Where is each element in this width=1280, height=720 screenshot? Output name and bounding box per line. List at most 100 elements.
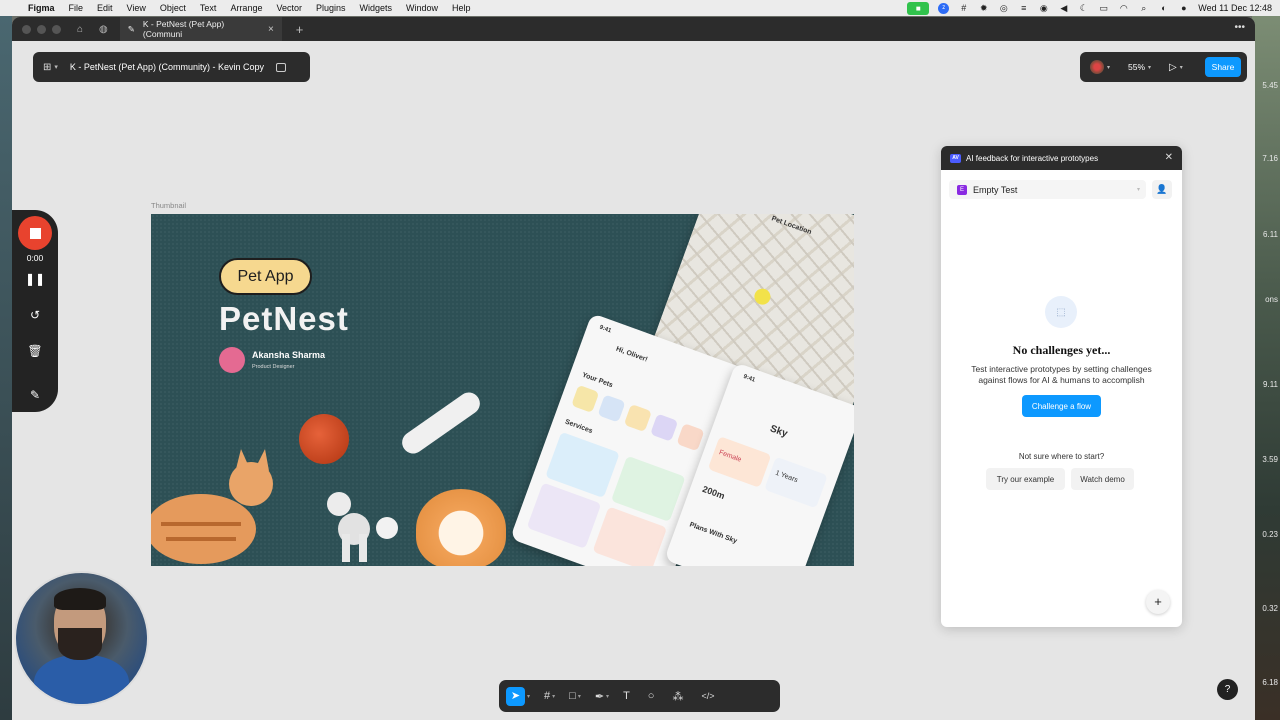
close-tab-icon[interactable]: ×: [268, 24, 274, 35]
share-button[interactable]: Share: [1205, 57, 1241, 77]
trash-icon[interactable]: 🗑: [12, 344, 58, 358]
menu-object[interactable]: Object: [160, 3, 186, 13]
file-name[interactable]: K - PetNest (Pet App) (Community) - Kevi…: [70, 62, 264, 72]
menu-app-name[interactable]: Figma: [28, 3, 55, 13]
chevron-down-icon[interactable]: ▾: [527, 693, 530, 700]
menubar-clock[interactable]: Wed 11 Dec 12:48: [1198, 3, 1272, 13]
zoom-icon[interactable]: z: [938, 2, 950, 14]
menu-text[interactable]: Text: [200, 3, 217, 13]
battery-icon[interactable]: ▭: [1098, 3, 1109, 13]
moon-icon[interactable]: ☾: [1078, 3, 1089, 13]
menu-arrange[interactable]: Arrange: [230, 3, 262, 13]
add-icon[interactable]: +: [1146, 590, 1170, 614]
challenge-flow-button[interactable]: Challenge a flow: [1022, 395, 1101, 417]
move-tool-icon[interactable]: ➤: [506, 686, 525, 706]
watch-demo-button[interactable]: Watch demo: [1071, 468, 1134, 490]
chevron-down-icon[interactable]: ▾: [1180, 64, 1183, 71]
desktop-label: 6.11: [1263, 230, 1278, 239]
chevron-down-icon[interactable]: ▾: [1107, 64, 1110, 71]
menu-vector[interactable]: Vector: [276, 3, 302, 13]
menu-file[interactable]: File: [69, 3, 84, 13]
test-select[interactable]: E Empty Test ▾: [949, 180, 1146, 199]
bars-icon[interactable]: ≡: [1018, 3, 1029, 13]
new-tab-icon[interactable]: +: [296, 22, 304, 37]
help-icon[interactable]: ?: [1217, 679, 1238, 700]
maximize-window-icon[interactable]: [52, 24, 61, 34]
recording-time: 0:00: [26, 253, 44, 263]
rectangle-tool-icon[interactable]: □: [569, 690, 576, 702]
phone-time: 9:41: [598, 324, 612, 335]
tab-title: K - PetNest (Pet App) (Communi: [142, 19, 225, 39]
more-icon[interactable]: •••: [1234, 22, 1245, 33]
empty-title: No challenges yet...: [1012, 343, 1111, 357]
frame-tool-icon[interactable]: #: [544, 690, 550, 702]
desktop-label: 5.45: [1262, 81, 1278, 90]
gear-icon[interactable]: ✹: [978, 3, 989, 13]
volume-icon[interactable]: ◀: [1058, 3, 1069, 13]
video-call-icon[interactable]: ■: [907, 1, 930, 15]
menu-widgets[interactable]: Widgets: [360, 3, 393, 13]
chevron-down-icon[interactable]: ▾: [578, 693, 581, 700]
menu-help[interactable]: Help: [452, 3, 471, 13]
close-icon[interactable]: ✕: [1165, 152, 1173, 163]
window-controls: [22, 24, 61, 34]
menu-window[interactable]: Window: [406, 3, 438, 13]
comment-tool-icon[interactable]: ○: [648, 690, 655, 702]
present-icon[interactable]: ▷: [1169, 62, 1177, 73]
zoom-level[interactable]: 55%: [1128, 62, 1145, 72]
restart-icon[interactable]: ↺: [12, 308, 58, 322]
toggle-panel-icon[interactable]: [275, 62, 286, 72]
pet-card: [676, 423, 705, 452]
siri-icon[interactable]: ●: [1178, 3, 1189, 13]
desktop-left-edge: [0, 16, 12, 720]
menubar-status-area: ■ z # ✹ ◎ ≡ ◉ ◀ ☾ ▭ ◠ ⌕ ◐ ● Wed 11 Dec 1…: [907, 0, 1272, 16]
mac-menubar: Figma File Edit View Object Text Arrange…: [0, 0, 1280, 16]
figma-window: ⌂ ◍ ✎ K - PetNest (Pet App) (Communi × +…: [12, 17, 1255, 720]
webcam-bubble[interactable]: [14, 571, 149, 706]
text-tool-icon[interactable]: T: [623, 690, 630, 702]
chevron-down-icon[interactable]: ▾: [606, 693, 609, 700]
frame-label[interactable]: Thumbnail: [151, 201, 186, 210]
plans-heading: Plans With Sky: [688, 521, 738, 546]
menu-plugins[interactable]: Plugins: [316, 3, 346, 13]
chevron-down-icon[interactable]: ▾: [552, 693, 555, 700]
desktop-label: 9.11: [1263, 380, 1278, 389]
control-center-icon[interactable]: ◐: [1158, 3, 1169, 13]
hamster-illustration: [416, 489, 506, 566]
chevron-down-icon[interactable]: ▾: [54, 63, 58, 71]
close-window-icon[interactable]: [22, 24, 31, 34]
age-value: 1 Years: [774, 469, 799, 485]
vpn-icon[interactable]: ◉: [1038, 3, 1049, 13]
avatar[interactable]: [1090, 60, 1104, 74]
wifi-icon[interactable]: ◠: [1118, 3, 1129, 13]
figma-logo-icon[interactable]: ⊞: [43, 62, 51, 73]
stop-recording-button[interactable]: [18, 216, 52, 250]
menu-edit[interactable]: Edit: [97, 3, 113, 13]
thumbnail-frame[interactable]: Pet App PetNest Akansha Sharma Product D…: [151, 214, 854, 566]
figma-icon[interactable]: #: [958, 3, 969, 13]
menu-view[interactable]: View: [127, 3, 146, 13]
actions-tool-icon[interactable]: ⁂: [672, 690, 683, 703]
grammarly-icon[interactable]: ◎: [998, 3, 1009, 13]
webcam-person: [34, 655, 129, 704]
pen-tool-icon[interactable]: ✒: [595, 690, 604, 703]
try-example-button[interactable]: Try our example: [986, 468, 1065, 490]
gender-value: Female: [717, 449, 743, 464]
desktop-right-edge: 5.45 7.16 6.11 ons 9.11 3.59 0.23 0.32 6…: [1252, 16, 1280, 720]
author-name: Akansha Sharma: [252, 350, 326, 360]
screen-recorder: 0:00 ❚❚ ↺ 🗑 ✎: [12, 210, 58, 412]
tab-file[interactable]: ✎ K - PetNest (Pet App) (Communi ×: [119, 17, 282, 41]
home-icon[interactable]: ⌂: [77, 24, 83, 35]
yarn-ball-illustration: [299, 414, 349, 464]
pause-icon[interactable]: ❚❚: [12, 272, 58, 286]
draw-icon[interactable]: ✎: [12, 388, 58, 402]
user-icon[interactable]: 👤: [1152, 180, 1172, 199]
canvas[interactable]: ⊞ ▾ K - PetNest (Pet App) (Community) - …: [12, 41, 1255, 720]
desktop-label: 0.23: [1262, 530, 1278, 539]
dev-mode-icon[interactable]: </>: [701, 691, 714, 701]
pet-card: [650, 413, 679, 442]
minimize-window-icon[interactable]: [37, 24, 46, 34]
globe-icon[interactable]: ◍: [99, 24, 108, 35]
search-icon[interactable]: ⌕: [1138, 3, 1149, 13]
chevron-down-icon[interactable]: ▾: [1148, 64, 1151, 71]
